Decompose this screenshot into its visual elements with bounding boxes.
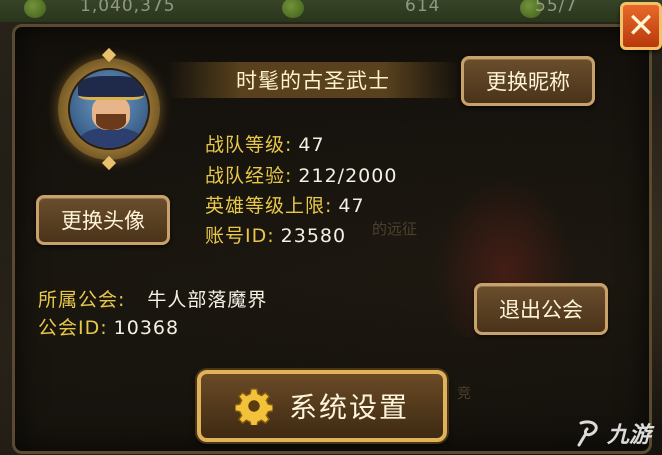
account-id-label: 账号ID: (205, 225, 275, 247)
rename-button[interactable]: 更换昵称 (461, 56, 595, 106)
player-name: 时髦的古圣武士 (236, 69, 390, 93)
team-exp-label: 战队经验: (205, 165, 293, 187)
account-id-row: 账号ID: 23580 (205, 221, 346, 248)
team-level-value: 47 (298, 134, 325, 156)
change-avatar-button[interactable]: 更换头像 (36, 195, 170, 245)
player-name-bar: 时髦的古圣武士 (168, 62, 458, 98)
hero-level-cap-row: 英雄等级上限: 47 (205, 191, 365, 218)
guild-name-value: 牛人部落魔界 (147, 289, 268, 311)
gem-amount: 614 (405, 0, 441, 16)
stamina-amount: 55/7 (535, 0, 578, 16)
watermark: 九游 (575, 418, 651, 448)
guild-id-row: 公会ID: 10368 (38, 313, 179, 340)
team-level-row: 战队等级: 47 (205, 130, 325, 157)
watermark-text: 九游 (607, 423, 652, 448)
close-button[interactable]: ✕ (620, 2, 662, 50)
gold-amount: 1,040,375 (80, 0, 176, 16)
hero-level-cap-value: 47 (338, 195, 365, 217)
guild-name-row: 所属公会: 牛人部落魔界 (38, 285, 267, 312)
team-exp-row: 战队经验: 212/2000 (205, 161, 397, 188)
guild-name-label: 所属公会: (38, 289, 126, 311)
team-exp-value: 212/2000 (298, 165, 398, 187)
system-settings-label: 系统设置 (288, 391, 409, 424)
watermark-logo-icon (577, 420, 598, 447)
hero-level-cap-label: 英雄等级上限: (205, 195, 333, 217)
gem-icon (282, 0, 304, 18)
background-text: 的远征 (372, 220, 418, 238)
guild-id-label: 公会ID: (38, 317, 108, 339)
gear-icon (234, 388, 273, 425)
resource-bar: 1,040,375 614 55/7 (0, 0, 662, 22)
avatar (68, 68, 150, 150)
leave-guild-button[interactable]: 退出公会 (474, 283, 608, 335)
avatar-frame[interactable] (58, 58, 160, 160)
account-id-value: 23580 (280, 225, 347, 247)
guild-id-value: 10368 (113, 317, 180, 339)
team-level-label: 战队等级: (205, 134, 293, 156)
system-settings-button[interactable]: 系统设置 (197, 370, 447, 442)
gold-icon (24, 0, 46, 18)
background-text-2: 竞 (457, 386, 471, 402)
